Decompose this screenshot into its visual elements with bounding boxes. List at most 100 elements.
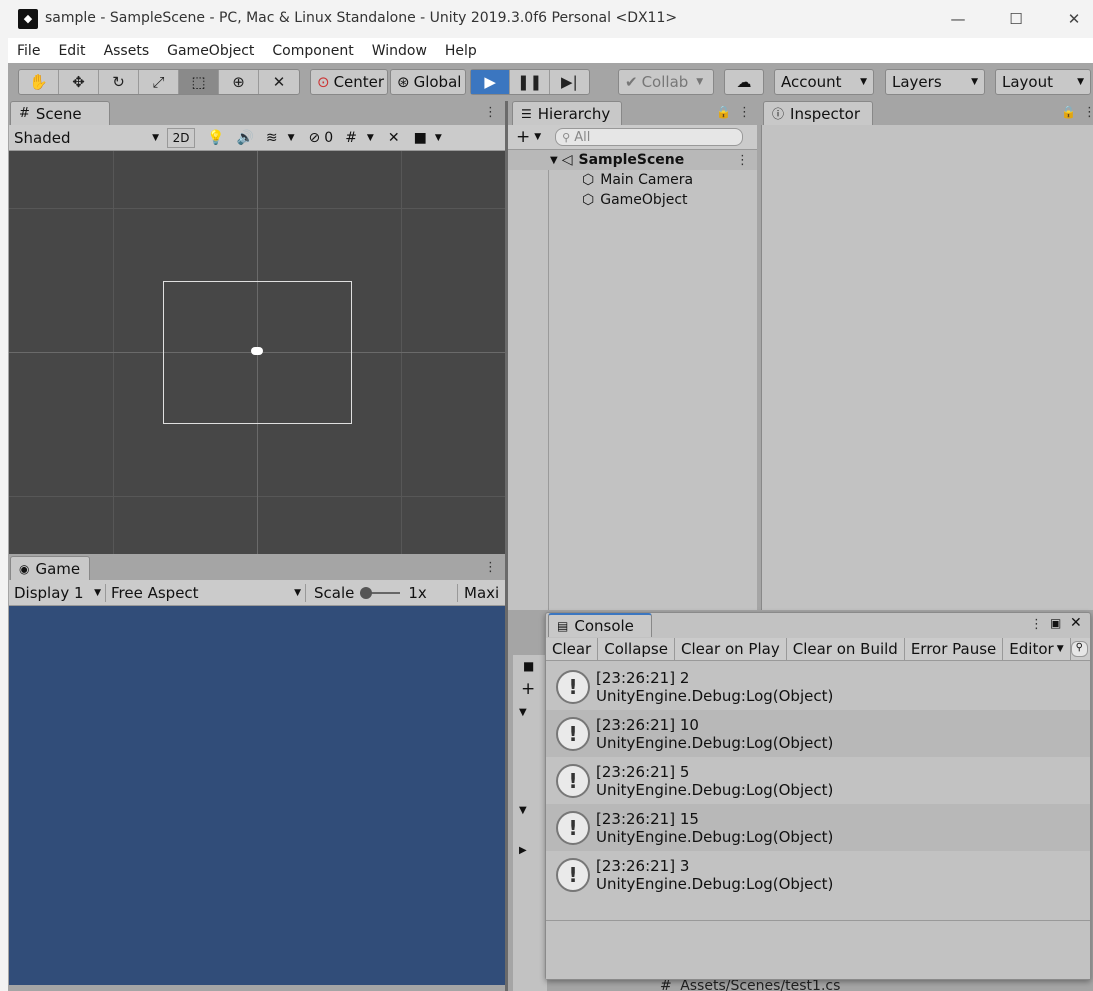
scene-viewport[interactable] [9, 151, 505, 554]
playmode-controls: ▶ ❚❚ ▶| [470, 69, 590, 95]
grid-chevron-down-icon[interactable]: ▼ [367, 133, 374, 143]
inspector-menu-icon[interactable]: ⋮ [1083, 105, 1093, 120]
hierarchy-item-main-camera[interactable]: ⬡ Main Camera [582, 170, 693, 190]
menu-assets[interactable]: Assets [95, 43, 159, 59]
camera-gizmo-icon[interactable] [251, 347, 263, 355]
assets-expand-icon[interactable]: ▼ [519, 805, 527, 816]
pivot-global-button[interactable]: ⊛ Global [390, 69, 466, 95]
clear-on-play-toggle[interactable]: Clear on Play [675, 638, 787, 660]
menu-edit[interactable]: Edit [49, 43, 94, 59]
hierarchy-item-gameobject[interactable]: ⬡ GameObject [582, 190, 688, 210]
tab-inspector[interactable]: ⓘ Inspector [763, 101, 873, 125]
menu-window[interactable]: Window [363, 43, 436, 59]
audio-icon[interactable]: 🔊 [236, 130, 253, 146]
info-icon: ⓘ [772, 107, 785, 121]
scene-tab-label: Scene [35, 104, 82, 123]
play-icon[interactable]: ▶ [471, 70, 511, 94]
game-toolbar: Display 1 ▼ Free Aspect ▼ Scale 1x Maxi [9, 580, 505, 606]
log-text: [23:26:21] 10 UnityEngine.Debug:Log(Obje… [596, 716, 833, 752]
scale-value: 1x [408, 583, 427, 602]
tools-icon[interactable]: ✕ [388, 130, 400, 146]
unity-scene-icon: ◁ [561, 152, 573, 168]
shading-label: Shaded [14, 128, 71, 147]
scene-row-menu-icon[interactable]: ⋮ [736, 153, 749, 168]
scale-slider[interactable]: Scale 1x [306, 583, 458, 602]
move-tool-icon[interactable]: ✥ [59, 70, 99, 94]
console-log-row[interactable]: ! [23:26:21] 10 UnityEngine.Debug:Log(Ob… [546, 710, 1090, 757]
effects-chevron-down-icon[interactable]: ▼ [288, 133, 295, 143]
minimize-button[interactable]: — [935, 5, 981, 33]
camera-chevron-down-icon[interactable]: ▼ [435, 133, 442, 143]
menu-file[interactable]: File [8, 43, 49, 59]
console-clear-button[interactable]: Clear [546, 638, 599, 660]
console-search-icon[interactable]: ⚲ [1070, 641, 1088, 657]
tab-scene[interactable]: # Scene [10, 101, 110, 125]
scale-slider-thumb[interactable] [360, 586, 373, 599]
pivot-center-button[interactable]: ⊙ Center [310, 69, 388, 95]
step-icon[interactable]: ▶| [550, 70, 589, 94]
editor-dropdown[interactable]: Editor ▼ [1003, 638, 1071, 660]
console-close-icon[interactable]: ✕ [1070, 615, 1082, 631]
tab-game[interactable]: ◉ Game [10, 556, 90, 580]
rotate-tool-icon[interactable]: ↻ [99, 70, 139, 94]
display-dropdown[interactable]: Display 1 ▼ [9, 583, 106, 602]
hierarchy-scene-row[interactable]: ▼ ◁ SampleScene ⋮ [508, 150, 757, 170]
account-dropdown[interactable]: Account ▼ [774, 69, 874, 95]
maximize-on-play-toggle[interactable]: Maxi [458, 584, 499, 602]
console-menu-icon[interactable]: ⋮ [1030, 617, 1043, 632]
2d-toggle-button[interactable]: 2D [167, 127, 195, 148]
expand-triangle-icon[interactable]: ▼ [550, 155, 558, 166]
scale-tool-icon[interactable]: ⤢ [139, 70, 179, 94]
layers-dropdown[interactable]: Layers ▼ [885, 69, 985, 95]
lighting-icon[interactable]: 💡 [207, 130, 224, 146]
favorites-expand-icon[interactable]: ▼ [519, 707, 527, 718]
maximize-button[interactable]: ☐ [993, 5, 1039, 33]
menu-component[interactable]: Component [263, 43, 362, 59]
camera-icon[interactable]: ■ [414, 130, 427, 146]
error-pause-toggle[interactable]: Error Pause [905, 638, 1004, 660]
rect-tool-icon[interactable]: ⬚ [179, 70, 219, 94]
console-collapse-button[interactable]: Collapse [598, 638, 675, 660]
hidden-objects-toggle[interactable]: ⊘ 0 [309, 130, 334, 146]
hand-tool-icon[interactable]: ✋ [19, 70, 59, 94]
menu-bar: File Edit Assets GameObject Component Wi… [8, 38, 1093, 63]
hierarchy-search-input[interactable]: ⚲ All [555, 128, 744, 146]
scene-menu-icon[interactable]: ⋮ [484, 105, 497, 120]
log-line-1: [23:26:21] 5 [596, 762, 690, 781]
cloud-button[interactable]: ☁ [724, 69, 764, 95]
inspector-tab-label: Inspector [790, 104, 860, 123]
grid-toggle-icon[interactable]: # [345, 130, 357, 146]
menu-gameobject[interactable]: GameObject [158, 43, 263, 59]
console-maximize-icon[interactable]: ▣ [1050, 616, 1061, 630]
layout-dropdown[interactable]: Layout ▼ [995, 69, 1091, 95]
project-create-plus-icon[interactable]: + [521, 679, 535, 699]
pivot-icon: ⊙ [317, 73, 330, 91]
layers-label: Layers [892, 73, 942, 91]
tab-hierarchy[interactable]: ☰ Hierarchy [512, 101, 622, 125]
grid-icon: # [19, 106, 30, 121]
editor-chevron-down-icon: ▼ [1056, 644, 1064, 654]
hierarchy-lock-icon[interactable]: 🔒 [716, 105, 731, 119]
console-log-row[interactable]: ! [23:26:21] 2 UnityEngine.Debug:Log(Obj… [546, 663, 1090, 710]
close-button[interactable]: ✕ [1051, 5, 1093, 33]
tab-console[interactable]: ▤ Console [548, 613, 652, 637]
custom-tool-icon[interactable]: ✕ [259, 70, 299, 94]
transform-tool-icon[interactable]: ⊕ [219, 70, 259, 94]
pause-icon[interactable]: ❚❚ [510, 70, 550, 94]
game-viewport[interactable] [9, 606, 505, 985]
inspector-lock-icon[interactable]: 🔒 [1061, 105, 1076, 119]
clear-on-build-toggle[interactable]: Clear on Build [787, 638, 905, 660]
create-chevron-down-icon[interactable]: ▼ [534, 132, 541, 142]
console-log-row[interactable]: ! [23:26:21] 5 UnityEngine.Debug:Log(Obj… [546, 757, 1090, 804]
shading-dropdown[interactable]: Shaded ▼ [9, 129, 159, 147]
game-menu-icon[interactable]: ⋮ [484, 560, 497, 575]
menu-help[interactable]: Help [436, 43, 486, 59]
collab-button[interactable]: ✔ Collab ▼ [618, 69, 714, 95]
create-plus-icon[interactable]: + [516, 127, 530, 147]
console-log-row[interactable]: ! [23:26:21] 15 UnityEngine.Debug:Log(Ob… [546, 804, 1090, 851]
effects-icon[interactable]: ≋ [266, 130, 278, 146]
aspect-dropdown[interactable]: Free Aspect ▼ [106, 583, 306, 602]
console-log-row[interactable]: ! [23:26:21] 3 UnityEngine.Debug:Log(Obj… [546, 851, 1090, 898]
packages-expand-icon[interactable]: ▶ [519, 845, 527, 856]
hierarchy-menu-icon[interactable]: ⋮ [738, 105, 751, 120]
